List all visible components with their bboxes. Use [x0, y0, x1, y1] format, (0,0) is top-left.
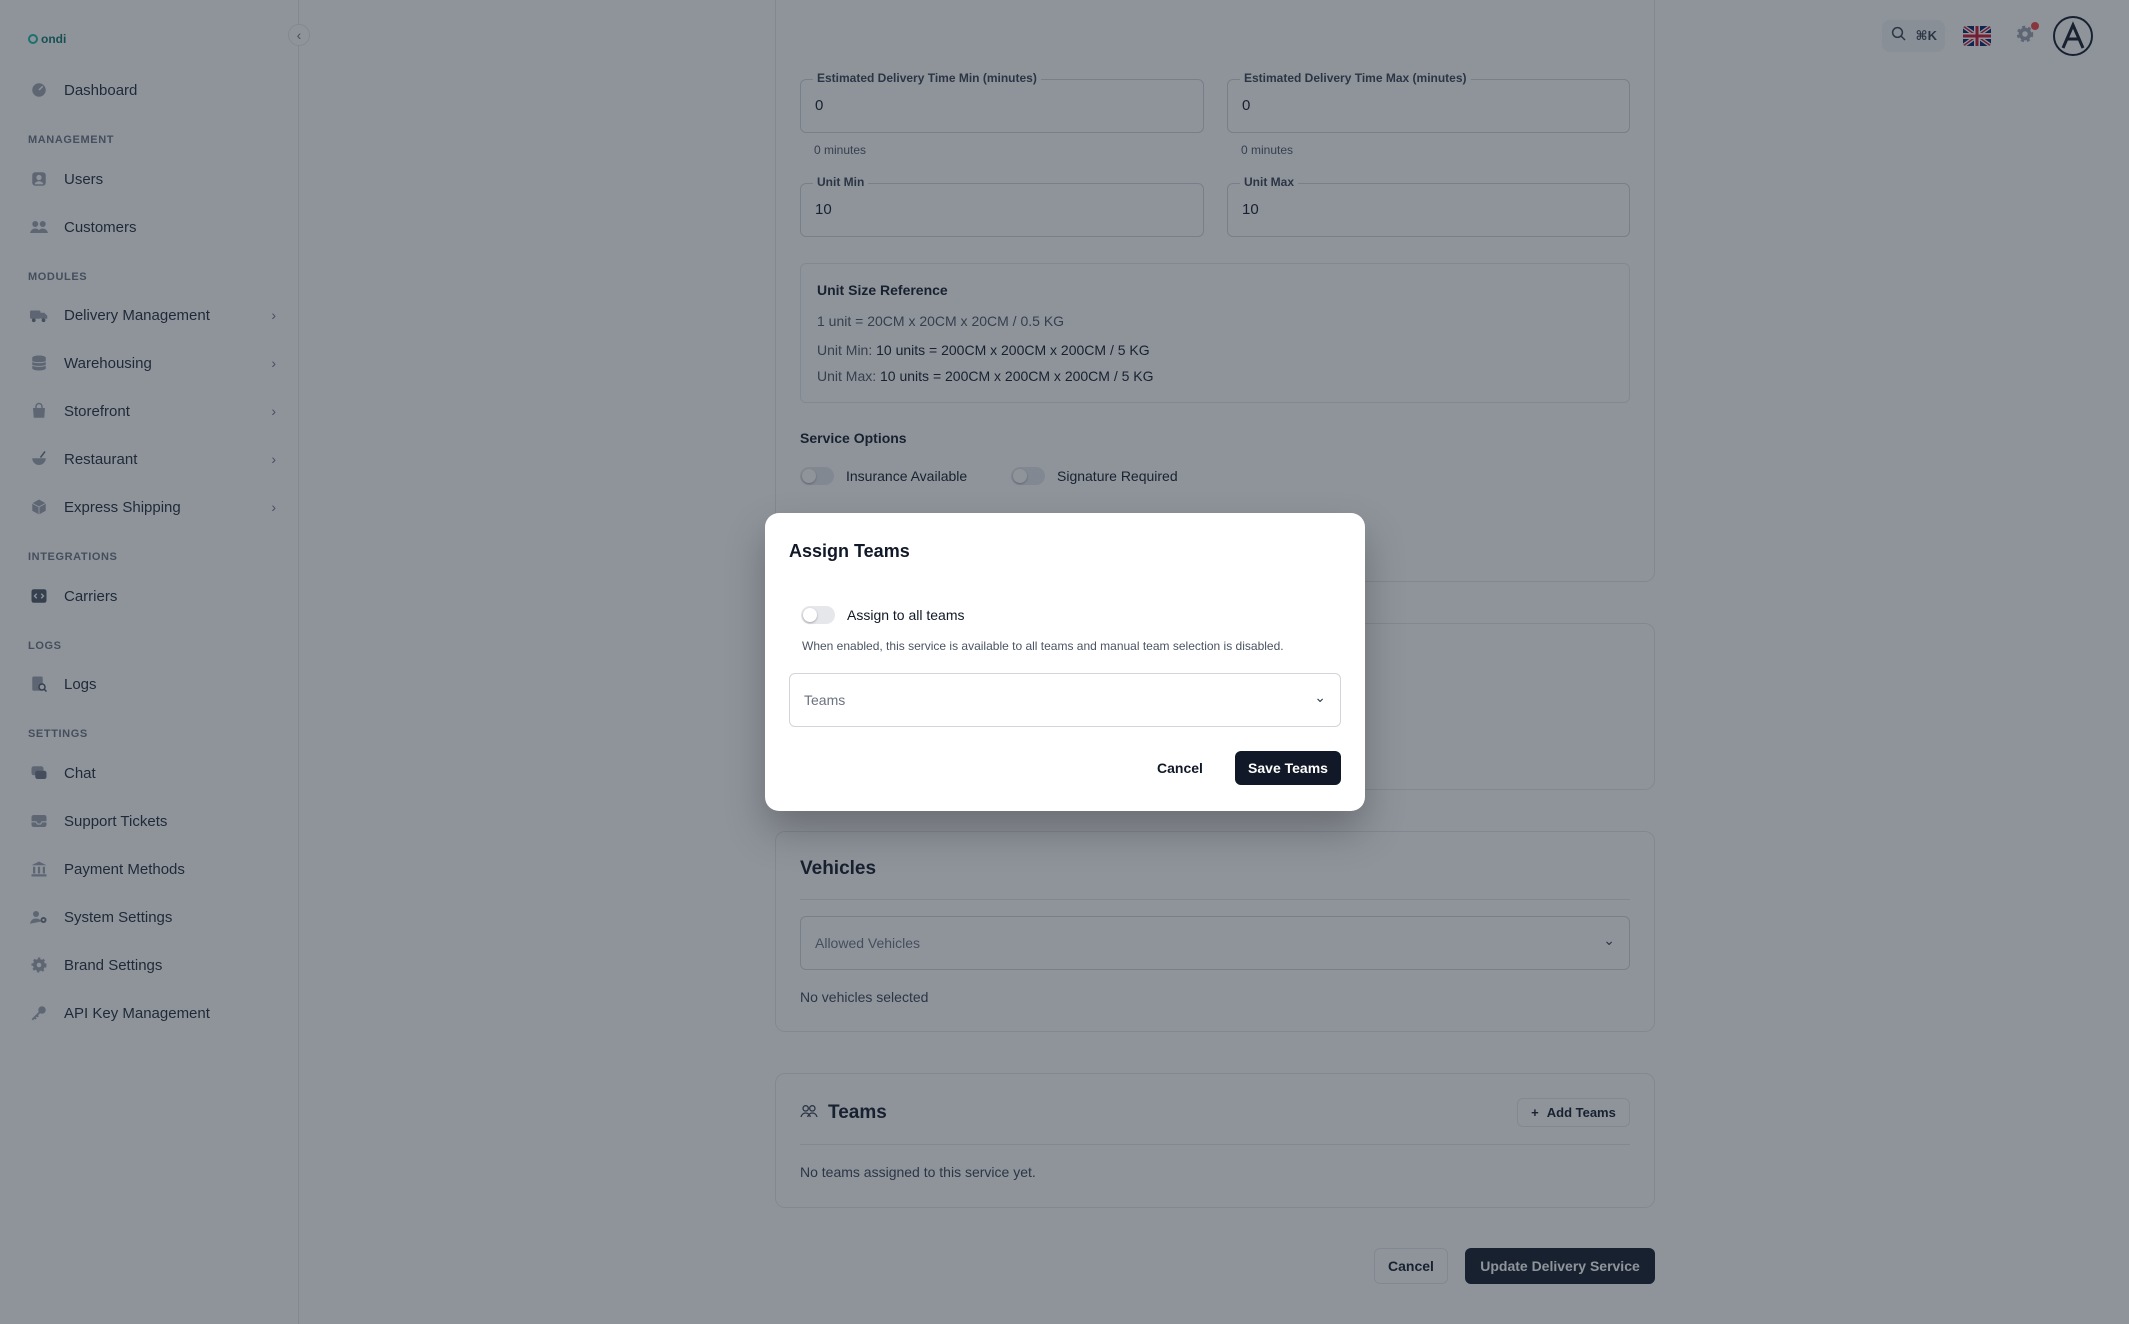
- teams-select-placeholder: Teams: [804, 692, 846, 708]
- app-root: ondi Dashboard MANAGEMENT Users Customer…: [0, 0, 2129, 1324]
- save-teams-button[interactable]: Save Teams: [1235, 751, 1341, 785]
- dialog-title: Assign Teams: [789, 541, 910, 561]
- assign-all-teams-description: When enabled, this service is available …: [802, 639, 1284, 653]
- assign-all-teams-label: Assign to all teams: [847, 607, 965, 623]
- assign-teams-dialog: Assign Teams Assign to all teams When en…: [765, 513, 1365, 811]
- chevron-down-icon: ⌄: [1314, 689, 1326, 705]
- assign-all-teams-option[interactable]: Assign to all teams: [801, 606, 965, 624]
- teams-select[interactable]: Teams ⌄: [789, 673, 1341, 727]
- dialog-cancel-button[interactable]: Cancel: [1157, 751, 1203, 785]
- assign-all-teams-toggle[interactable]: [801, 606, 835, 624]
